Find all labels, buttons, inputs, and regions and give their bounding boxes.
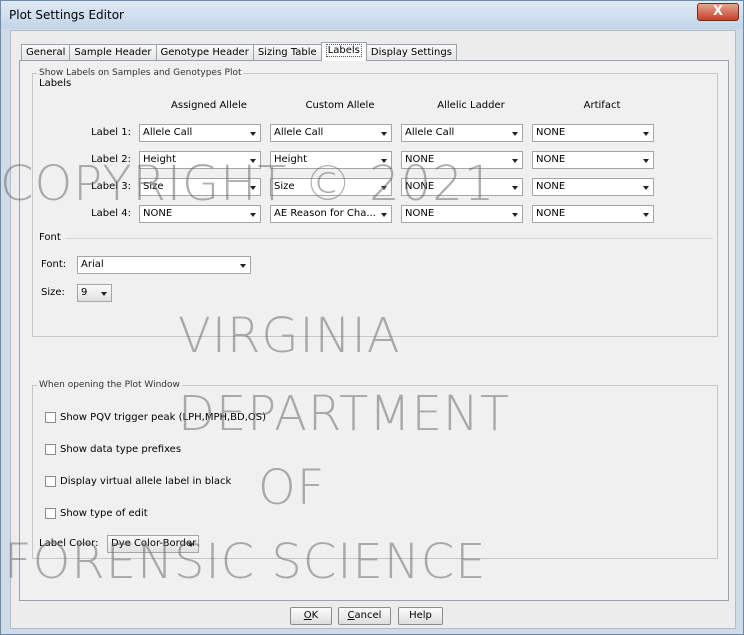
label-2-custom-allele-select[interactable]: Height <box>270 151 392 169</box>
font-label: Font: <box>41 259 67 270</box>
chevron-down-icon <box>512 186 518 190</box>
ok-button[interactable]: OK <box>290 607 332 625</box>
show-labels-group: Show Labels on Samples and Genotypes Plo… <box>32 68 718 337</box>
label-3-caption: Label 3: <box>91 181 131 192</box>
show-data-type-prefixes-checkbox[interactable] <box>45 443 56 455</box>
label-1-allelic-ladder-select[interactable]: Allele Call <box>401 124 523 142</box>
label-2-assigned-allele-select[interactable]: Height <box>139 151 261 169</box>
column-header-allelic-ladder: Allelic Ladder <box>437 100 505 111</box>
chevron-down-icon <box>250 132 256 136</box>
plot-window-group: When opening the Plot Window Show PQV tr… <box>32 380 718 559</box>
column-header-artifact: Artifact <box>583 100 621 111</box>
font-separator <box>65 238 713 239</box>
label-1-assigned-allele-select[interactable]: Allele Call <box>139 124 261 142</box>
label-color-label: Label Color: <box>39 538 99 549</box>
label-1-caption: Label 1: <box>91 127 131 138</box>
show-labels-legend: Show Labels on Samples and Genotypes Plo… <box>37 68 244 78</box>
labels-tab-panel: Show Labels on Samples and Genotypes Plo… <box>19 60 729 601</box>
label-4-allelic-ladder-select[interactable]: NONE <box>401 205 523 223</box>
column-header-custom-allele: Custom Allele <box>305 100 375 111</box>
chevron-down-icon <box>643 159 649 163</box>
option-display-virtual-allele-label-black[interactable]: Display virtual allele label in black <box>45 474 231 488</box>
plot-window-legend: When opening the Plot Window <box>37 380 182 390</box>
display-virtual-allele-label-checkbox[interactable] <box>45 475 56 487</box>
tab-genotype-header[interactable]: Genotype Header <box>155 44 254 61</box>
chevron-down-icon <box>643 186 649 190</box>
size-label: Size: <box>41 287 65 298</box>
tab-display-settings[interactable]: Display Settings <box>365 44 457 61</box>
chevron-down-icon <box>512 213 518 217</box>
tab-sample-header[interactable]: Sample Header <box>69 44 157 61</box>
label-1-custom-allele-select[interactable]: Allele Call <box>270 124 392 142</box>
label-2-allelic-ladder-select[interactable]: NONE <box>401 151 523 169</box>
show-pqv-trigger-peak-checkbox[interactable] <box>45 411 56 423</box>
label-color-select[interactable]: Dye Color-Border <box>107 535 199 553</box>
label-3-assigned-allele-select[interactable]: Size <box>139 178 261 196</box>
close-button[interactable]: X <box>697 3 739 21</box>
label-3-allelic-ladder-select[interactable]: NONE <box>401 178 523 196</box>
show-pqv-trigger-peak-label: Show PQV trigger peak (LPH,MPH,BD,OS) <box>60 411 267 423</box>
show-type-of-edit-label: Show type of edit <box>60 507 148 519</box>
help-button[interactable]: Help <box>398 607 443 625</box>
option-show-data-type-prefixes[interactable]: Show data type prefixes <box>45 442 181 456</box>
label-2-caption: Label 2: <box>91 154 131 165</box>
tab-strip: General Sample Header Genotype Header Si… <box>21 42 457 61</box>
chevron-down-icon <box>381 159 387 163</box>
label-3-custom-allele-select[interactable]: Size <box>270 178 392 196</box>
display-virtual-allele-label-text: Display virtual allele label in black <box>60 475 232 487</box>
chevron-down-icon <box>381 132 387 136</box>
label-4-custom-allele-select[interactable]: AE Reason for Cha... <box>270 205 392 223</box>
chevron-down-icon <box>512 159 518 163</box>
chevron-down-icon <box>250 213 256 217</box>
chevron-down-icon <box>188 543 194 547</box>
font-subhead: Font <box>39 232 61 243</box>
font-select[interactable]: Arial <box>77 256 251 274</box>
option-show-pqv-trigger-peak[interactable]: Show PQV trigger peak (LPH,MPH,BD,OS) <box>45 410 266 424</box>
label-1-artifact-select[interactable]: NONE <box>532 124 654 142</box>
chevron-down-icon <box>101 292 107 296</box>
chevron-down-icon <box>643 132 649 136</box>
column-header-assigned-allele: Assigned Allele <box>171 100 247 111</box>
tab-labels[interactable]: Labels <box>320 42 367 61</box>
plot-settings-editor-window: Plot Settings Editor X General Sample He… <box>0 0 744 635</box>
chevron-down-icon <box>381 186 387 190</box>
chevron-down-icon <box>381 213 387 217</box>
chevron-down-icon <box>240 264 246 268</box>
tab-sizing-table[interactable]: Sizing Table <box>252 44 322 61</box>
chevron-down-icon <box>250 186 256 190</box>
title-bar[interactable]: Plot Settings Editor X <box>1 1 743 29</box>
show-type-of-edit-checkbox[interactable] <box>45 507 56 519</box>
label-3-artifact-select[interactable]: NONE <box>532 178 654 196</box>
label-4-assigned-allele-select[interactable]: NONE <box>139 205 261 223</box>
label-2-artifact-select[interactable]: NONE <box>532 151 654 169</box>
chevron-down-icon <box>250 159 256 163</box>
window-title: Plot Settings Editor <box>9 8 124 22</box>
chevron-down-icon <box>643 213 649 217</box>
dialog-client-area: General Sample Header Genotype Header Si… <box>10 30 736 629</box>
tab-general[interactable]: General <box>21 44 71 61</box>
label-4-caption: Label 4: <box>91 208 131 219</box>
label-4-artifact-select[interactable]: NONE <box>532 205 654 223</box>
chevron-down-icon <box>512 132 518 136</box>
cancel-button[interactable]: Cancel <box>338 607 391 625</box>
option-show-type-of-edit[interactable]: Show type of edit <box>45 506 148 520</box>
labels-subhead: Labels <box>39 78 72 89</box>
show-data-type-prefixes-label: Show data type prefixes <box>60 443 182 455</box>
size-select[interactable]: 9 <box>77 284 112 302</box>
